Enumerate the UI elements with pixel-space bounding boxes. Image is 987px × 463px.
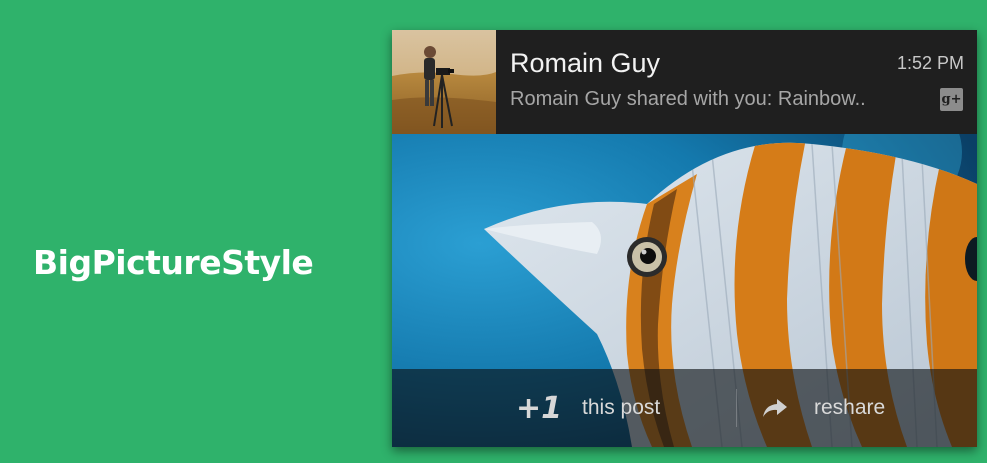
google-plus-icon: g+ <box>940 88 963 111</box>
avatar-photo <box>392 30 496 134</box>
avatar <box>392 30 496 134</box>
notification-summary: Romain Guy shared with you: Rainbow.. <box>510 88 866 110</box>
reshare-label: reshare <box>814 396 886 419</box>
notification-card[interactable]: Romain Guy 1:52 PM Romain Guy shared wit… <box>392 30 977 447</box>
notification-time: 1:52 PM <box>896 53 964 73</box>
sender-name: Romain Guy <box>510 48 661 78</box>
reshare-button[interactable]: reshare <box>762 369 885 447</box>
plus-one-label: this post <box>582 396 661 419</box>
notification-actions: +1 this post reshare <box>392 369 977 447</box>
plus-one-button[interactable]: +1 this post <box>516 369 660 447</box>
plus-one-icon: +1 <box>516 390 563 426</box>
reshare-arrow-icon <box>763 399 787 417</box>
notification-header: Romain Guy 1:52 PM Romain Guy shared wit… <box>392 30 977 134</box>
slide-title: BigPictureStyle <box>33 243 314 282</box>
slide-background: BigPictureStyle Romain Guy 1:52 PM Romai… <box>0 0 987 463</box>
action-divider <box>736 389 737 427</box>
